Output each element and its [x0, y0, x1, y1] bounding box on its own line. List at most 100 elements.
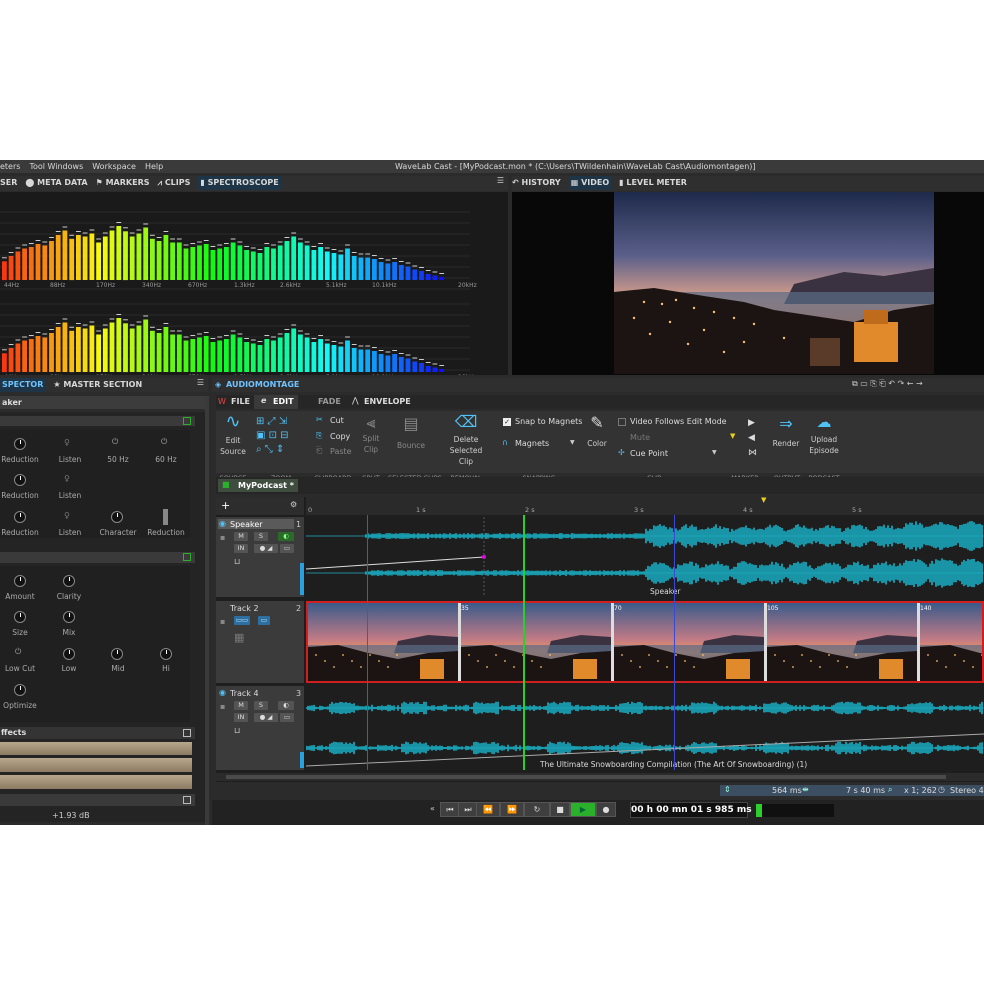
fast-forward-button[interactable]: ⏩	[500, 802, 524, 817]
tab-history[interactable]: ↶ HISTORY	[512, 176, 561, 190]
solo-button[interactable]: S	[254, 701, 268, 710]
cut-button[interactable]: Cut	[330, 416, 344, 425]
listen-icon[interactable]: ♀	[64, 474, 70, 483]
track-name[interactable]: Track 2	[230, 604, 259, 613]
section-toggle-icon[interactable]	[183, 796, 191, 804]
go-to-start-button[interactable]: ⏮	[440, 802, 460, 817]
marker-triangle-icon[interactable]: ▼	[761, 496, 766, 504]
clip-speaker[interactable]: Speaker	[306, 517, 984, 597]
menu-item-tool-windows[interactable]: Tool Windows	[29, 160, 83, 173]
menu-item-workspace[interactable]: Workspace	[92, 160, 136, 173]
render-button[interactable]: ⇒ Render	[771, 413, 801, 448]
time-ruler[interactable]: 0 1 s 2 s 3 s 4 s 5 s ▼	[306, 496, 984, 515]
reduction-slider[interactable]	[163, 509, 168, 525]
mute-button[interactable]: M	[234, 532, 248, 541]
marker-icon[interactable]: ▼	[730, 432, 735, 440]
menu-item-parameters[interactable]: eters	[0, 160, 20, 173]
monitor-icon[interactable]: ◉	[219, 519, 226, 528]
zoom-icons[interactable]: ⊞ ⤢ ⇲ ▣ ⊡ ⊟ ⌕ ⤡ ⇕	[256, 415, 289, 457]
go-to-end-button[interactable]: ⏭	[458, 802, 478, 817]
tab-file[interactable]: FILE	[231, 397, 250, 406]
playback-cursor[interactable]	[523, 515, 525, 770]
tab-fade[interactable]: FADE	[318, 397, 341, 406]
track-options-button[interactable]: ● ◢	[254, 544, 278, 553]
record-button[interactable]: ●	[596, 802, 616, 817]
listen-icon[interactable]: ♀	[64, 438, 70, 447]
envelope-line[interactable]	[306, 556, 485, 570]
track-effect-icon[interactable]: ⊔	[234, 557, 240, 566]
power-50hz-icon[interactable]: ⏻	[112, 437, 118, 447]
input-button[interactable]: IN	[234, 544, 248, 553]
lock-icon[interactable]: ▪	[220, 533, 225, 542]
copy-button[interactable]: Copy	[330, 432, 350, 441]
tab-spectroscope[interactable]: ▮ SPECTROSCOPE	[198, 176, 281, 190]
tab-inspector[interactable]: SPECTOR	[0, 378, 46, 392]
reduction-knob[interactable]	[14, 474, 26, 486]
tab-markers[interactable]: ⚑ MARKERS	[96, 176, 150, 190]
play-button[interactable]: ▶	[570, 802, 596, 817]
marker-nav-icons[interactable]: ▶ ◀ ⋈	[748, 416, 757, 461]
input-button[interactable]: IN	[234, 713, 248, 722]
stop-button[interactable]: ■	[550, 802, 570, 817]
optimize-knob[interactable]	[14, 684, 26, 696]
character-knob[interactable]	[111, 511, 123, 523]
transport-prev-icon[interactable]: «	[430, 804, 435, 813]
low-knob[interactable]	[63, 648, 75, 660]
track-route-button[interactable]: ▭	[280, 544, 294, 553]
size-knob[interactable]	[14, 611, 26, 623]
video-clip[interactable]: 35 70 105 140	[306, 601, 984, 683]
effect-slot[interactable]	[0, 758, 192, 772]
scrollbar-thumb[interactable]	[226, 775, 946, 779]
tab-envelope[interactable]: ENVELOPE	[364, 397, 411, 406]
power-60hz-icon[interactable]: ⏻	[161, 437, 167, 447]
panel-menu-icon[interactable]: ☰	[197, 378, 204, 387]
amount-knob[interactable]	[14, 575, 26, 587]
effects-toggle-icon[interactable]	[183, 729, 191, 737]
color-button[interactable]: ✎ Color	[584, 413, 610, 448]
add-track-icon[interactable]: +	[221, 499, 230, 512]
section-power-icon[interactable]	[183, 553, 191, 561]
tab-clips[interactable]: ⩘ CLIPS	[158, 176, 191, 190]
track-fx-button[interactable]: ◐	[278, 701, 294, 710]
track-fx-button[interactable]: ◐	[278, 532, 294, 541]
mid-knob[interactable]	[111, 648, 123, 660]
rewind-button[interactable]: ⏪	[476, 802, 500, 817]
section-power-icon[interactable]	[183, 417, 191, 425]
tab-video[interactable]: ▦ VIDEO	[568, 176, 612, 190]
video-monitor-button[interactable]: ▭	[258, 616, 270, 625]
listen-icon[interactable]: ♀	[64, 511, 70, 520]
low-cut-power-icon[interactable]: ⏻	[15, 647, 21, 657]
reduction-knob[interactable]	[14, 511, 26, 523]
time-display[interactable]: 00 h 00 mn 01 s 985 ms	[630, 802, 752, 818]
paste-button[interactable]: Paste	[330, 447, 352, 456]
tab-master-section[interactable]: ★ MASTER SECTION	[53, 378, 142, 392]
tab-browser[interactable]: SER	[0, 176, 17, 190]
mute-button[interactable]: M	[234, 701, 248, 710]
edit-source-button[interactable]: ∿ Edit Source	[218, 413, 248, 457]
clip-snowboarding[interactable]: The Ultimate Snowboarding Compilation (T…	[306, 686, 984, 770]
menu-item-help[interactable]: Help	[145, 160, 163, 173]
monitor-icon[interactable]: ◉	[219, 688, 226, 697]
effect-slot[interactable]	[0, 775, 192, 789]
video-follows-checkbox[interactable]	[618, 418, 626, 426]
delete-selected-clip-button[interactable]: ⌫ Delete Selected Clip	[442, 413, 490, 467]
toolbar-icons[interactable]: ⧉ ▭ ⎘ ⎗ ↶ ↷ ← →	[852, 379, 923, 389]
panel-menu-icon[interactable]: ☰	[497, 176, 504, 185]
tab-meta-data[interactable]: ⬤ META DATA	[25, 176, 87, 190]
marker-line[interactable]	[674, 515, 675, 770]
mute-button[interactable]: Mute	[630, 433, 650, 442]
track-name[interactable]: Track 4	[230, 689, 259, 698]
lock-icon[interactable]: ▪	[220, 617, 225, 626]
track-route-button[interactable]: ▭	[280, 713, 294, 722]
video-track-button[interactable]: ▭▭	[234, 616, 250, 625]
lock-icon[interactable]: ▪	[220, 702, 225, 711]
split-clip-button[interactable]: ⫷ Split Clip	[357, 413, 385, 455]
bounce-button[interactable]: ▤ Bounce	[394, 413, 428, 450]
horizontal-scrollbar[interactable]	[216, 773, 984, 781]
tab-level-meter[interactable]: ▮ LEVEL METER	[619, 176, 687, 190]
effect-slot[interactable]	[0, 742, 192, 755]
magnets-dropdown[interactable]: Magnets	[515, 439, 549, 448]
cue-point-dropdown[interactable]: Cue Point	[630, 449, 668, 458]
track-effect-icon[interactable]: ⊔	[234, 726, 240, 735]
snap-checkbox[interactable]: ✓	[503, 418, 511, 426]
